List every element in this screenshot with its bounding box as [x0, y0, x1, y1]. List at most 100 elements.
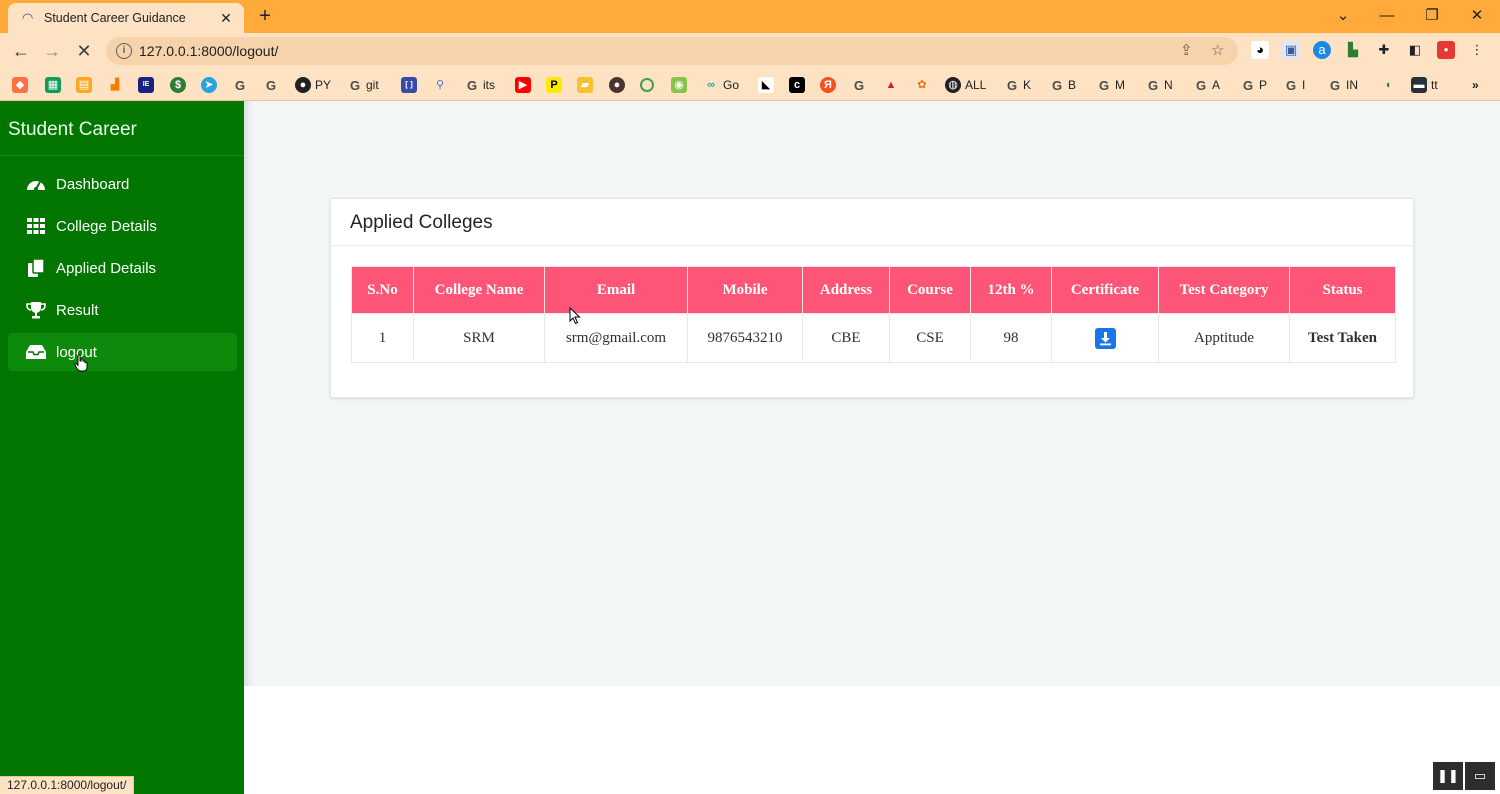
bookmark-app-icon[interactable]: ▲	[883, 77, 899, 93]
bookmark-label: ALL	[965, 78, 987, 92]
download-icon[interactable]	[1094, 327, 1116, 349]
bookmark-item[interactable]: Gits	[465, 75, 495, 95]
sidebar-item-label: Result	[56, 301, 99, 319]
tab-close-icon[interactable]: ✕	[218, 10, 234, 27]
kebab-menu-icon[interactable]: ⋮	[1468, 41, 1486, 59]
bookmark-item[interactable]: GA	[1194, 75, 1220, 95]
extensions-puzzle-icon[interactable]: ✚	[1375, 41, 1393, 59]
bookmark-item[interactable]: GI	[1284, 75, 1305, 95]
brand-title[interactable]: Student Career	[8, 119, 137, 141]
profile-extension-icon[interactable]: ▣	[1282, 41, 1300, 59]
google-icon: G	[1147, 77, 1159, 93]
github-icon: ●	[295, 77, 311, 93]
bookmark-item[interactable]: GN	[1146, 75, 1173, 95]
google-icon[interactable]: G	[233, 78, 247, 93]
globe-icon: ◍	[945, 77, 961, 93]
pause-icon[interactable]: ❚❚	[1433, 762, 1463, 790]
bookmark-label: M	[1115, 78, 1125, 92]
back-arrow-icon[interactable]: ←	[9, 39, 33, 63]
column-header: College Name	[413, 266, 545, 314]
divider	[331, 245, 1413, 246]
side-panel-icon[interactable]: ◧	[1406, 41, 1424, 59]
bookmark-item[interactable]: ● PY	[295, 75, 331, 95]
bookmark-app-icon[interactable]: ●	[609, 77, 625, 93]
google-icon[interactable]: G	[852, 78, 866, 93]
bookmark-app-icon[interactable]: [ ]	[401, 77, 417, 93]
a-extension-icon[interactable]: a	[1313, 41, 1331, 59]
tab-search-icon[interactable]: ⌄	[1328, 5, 1358, 27]
column-header: Address	[802, 266, 890, 314]
panda-extension-icon[interactable]: ◕	[1251, 41, 1269, 59]
sheets-icon[interactable]: ▦	[45, 77, 61, 93]
google-icon: G	[1329, 77, 1341, 93]
money-icon[interactable]: $	[170, 77, 186, 93]
ieee-icon[interactable]: IE	[138, 77, 154, 93]
forward-arrow-icon[interactable]: →	[40, 39, 64, 63]
trophy-icon	[26, 300, 46, 320]
picture-in-picture-icon[interactable]: ▭	[1465, 762, 1495, 790]
sidebar-item-logout[interactable]: logout	[8, 333, 237, 371]
sidebar-item-dashboard[interactable]: Dashboard	[8, 165, 237, 203]
recorder-extension-icon[interactable]: ●	[1437, 41, 1455, 59]
new-tab-button[interactable]: +	[254, 5, 276, 27]
cell-certificate	[1051, 313, 1159, 363]
bookmark-app-icon[interactable]: ◆	[12, 77, 28, 93]
bookmark-item[interactable]: GB	[1050, 75, 1076, 95]
sidebar-item-applied-details[interactable]: Applied Details	[8, 249, 237, 287]
divider	[0, 155, 244, 156]
bookmark-app-icon[interactable]: ▤	[76, 77, 92, 93]
yandex-icon[interactable]: Я	[820, 77, 836, 93]
bookmark-item[interactable]: GM	[1097, 75, 1125, 95]
google-icon: G	[1098, 77, 1110, 93]
bookmark-app-icon[interactable]: ✿	[914, 77, 930, 93]
sidebar-item-college-details[interactable]: College Details	[8, 207, 237, 245]
page-title: Applied Colleges	[350, 212, 493, 233]
bookmark-app-icon[interactable]: ▰	[577, 77, 593, 93]
telegram-icon[interactable]: ➤	[201, 77, 217, 93]
bookmarks-bar: ◆ ▦ ▤ ▟ IE $ ➤ G G ● PY Ggit [ ] ⚲ Gits ▶…	[0, 69, 1500, 101]
sidebar-item-result[interactable]: Result	[8, 291, 237, 329]
column-header: Test Category	[1158, 266, 1290, 314]
column-header: Email	[544, 266, 688, 314]
bookmark-item[interactable]: ◍ ALL	[945, 75, 986, 95]
bookmark-item[interactable]: G IN	[1328, 75, 1358, 95]
address-url[interactable]: 127.0.0.1:8000/logout/	[139, 43, 278, 59]
bookmark-app-icon[interactable]: P	[546, 77, 562, 93]
bookmark-item[interactable]: ▬ tt	[1411, 75, 1438, 95]
restore-button[interactable]: ❐	[1417, 5, 1447, 27]
analytics-icon[interactable]: ▟	[107, 77, 123, 93]
bookmark-label: B	[1068, 78, 1077, 92]
bookmark-item[interactable]: GK	[1005, 75, 1031, 95]
site-info-icon[interactable]: i	[116, 43, 132, 59]
bookmark-item[interactable]: GP	[1241, 75, 1267, 95]
bookmark-label: IN	[1346, 78, 1358, 92]
bookmark-item[interactable]: Ggit	[348, 75, 379, 95]
browser-tab[interactable]: ◠ Student Career Guidance ✕	[8, 3, 244, 33]
bookmark-app-icon[interactable]: ⚲	[432, 77, 448, 93]
google-icon[interactable]: G	[264, 78, 278, 93]
minimize-button[interactable]: —	[1372, 5, 1402, 27]
inbox-tray-icon	[26, 342, 46, 362]
bookmark-star-icon[interactable]: ☆	[1211, 41, 1224, 59]
share-icon[interactable]: ⇪	[1180, 41, 1193, 59]
audio-icon[interactable]: ◖	[1380, 77, 1396, 93]
bookmark-app-icon[interactable]: ◣	[758, 77, 774, 93]
column-header: Course	[889, 266, 971, 314]
bookmark-item[interactable]: ∞ Go	[703, 75, 739, 95]
bookmarks-overflow-icon[interactable]: »	[1472, 75, 1479, 95]
youtube-icon[interactable]: ▶	[515, 77, 531, 93]
bookmark-app-icon[interactable]: c	[789, 77, 805, 93]
cell-test-category: Apptitude	[1158, 313, 1290, 363]
stop-loading-icon[interactable]: ✕	[72, 39, 96, 63]
bookmark-app-icon[interactable]	[640, 78, 654, 92]
sidebar-item-label: Applied Details	[56, 259, 157, 277]
close-window-button[interactable]: ✕	[1462, 5, 1492, 27]
chart-extension-icon[interactable]: ▙	[1344, 41, 1362, 59]
loading-spinner-icon: ◠	[22, 10, 34, 25]
table-row: 1 SRM srm@gmail.com 9876543210 CBE CSE 9…	[351, 313, 1396, 363]
loop-icon: ∞	[707, 79, 715, 91]
address-bar[interactable]: i 127.0.0.1:8000/logout/ ⇪ ☆	[106, 37, 1238, 65]
cell-address: CBE	[802, 313, 890, 363]
nvidia-icon[interactable]: ◉	[671, 77, 687, 93]
bookmark-label: I	[1302, 78, 1306, 92]
